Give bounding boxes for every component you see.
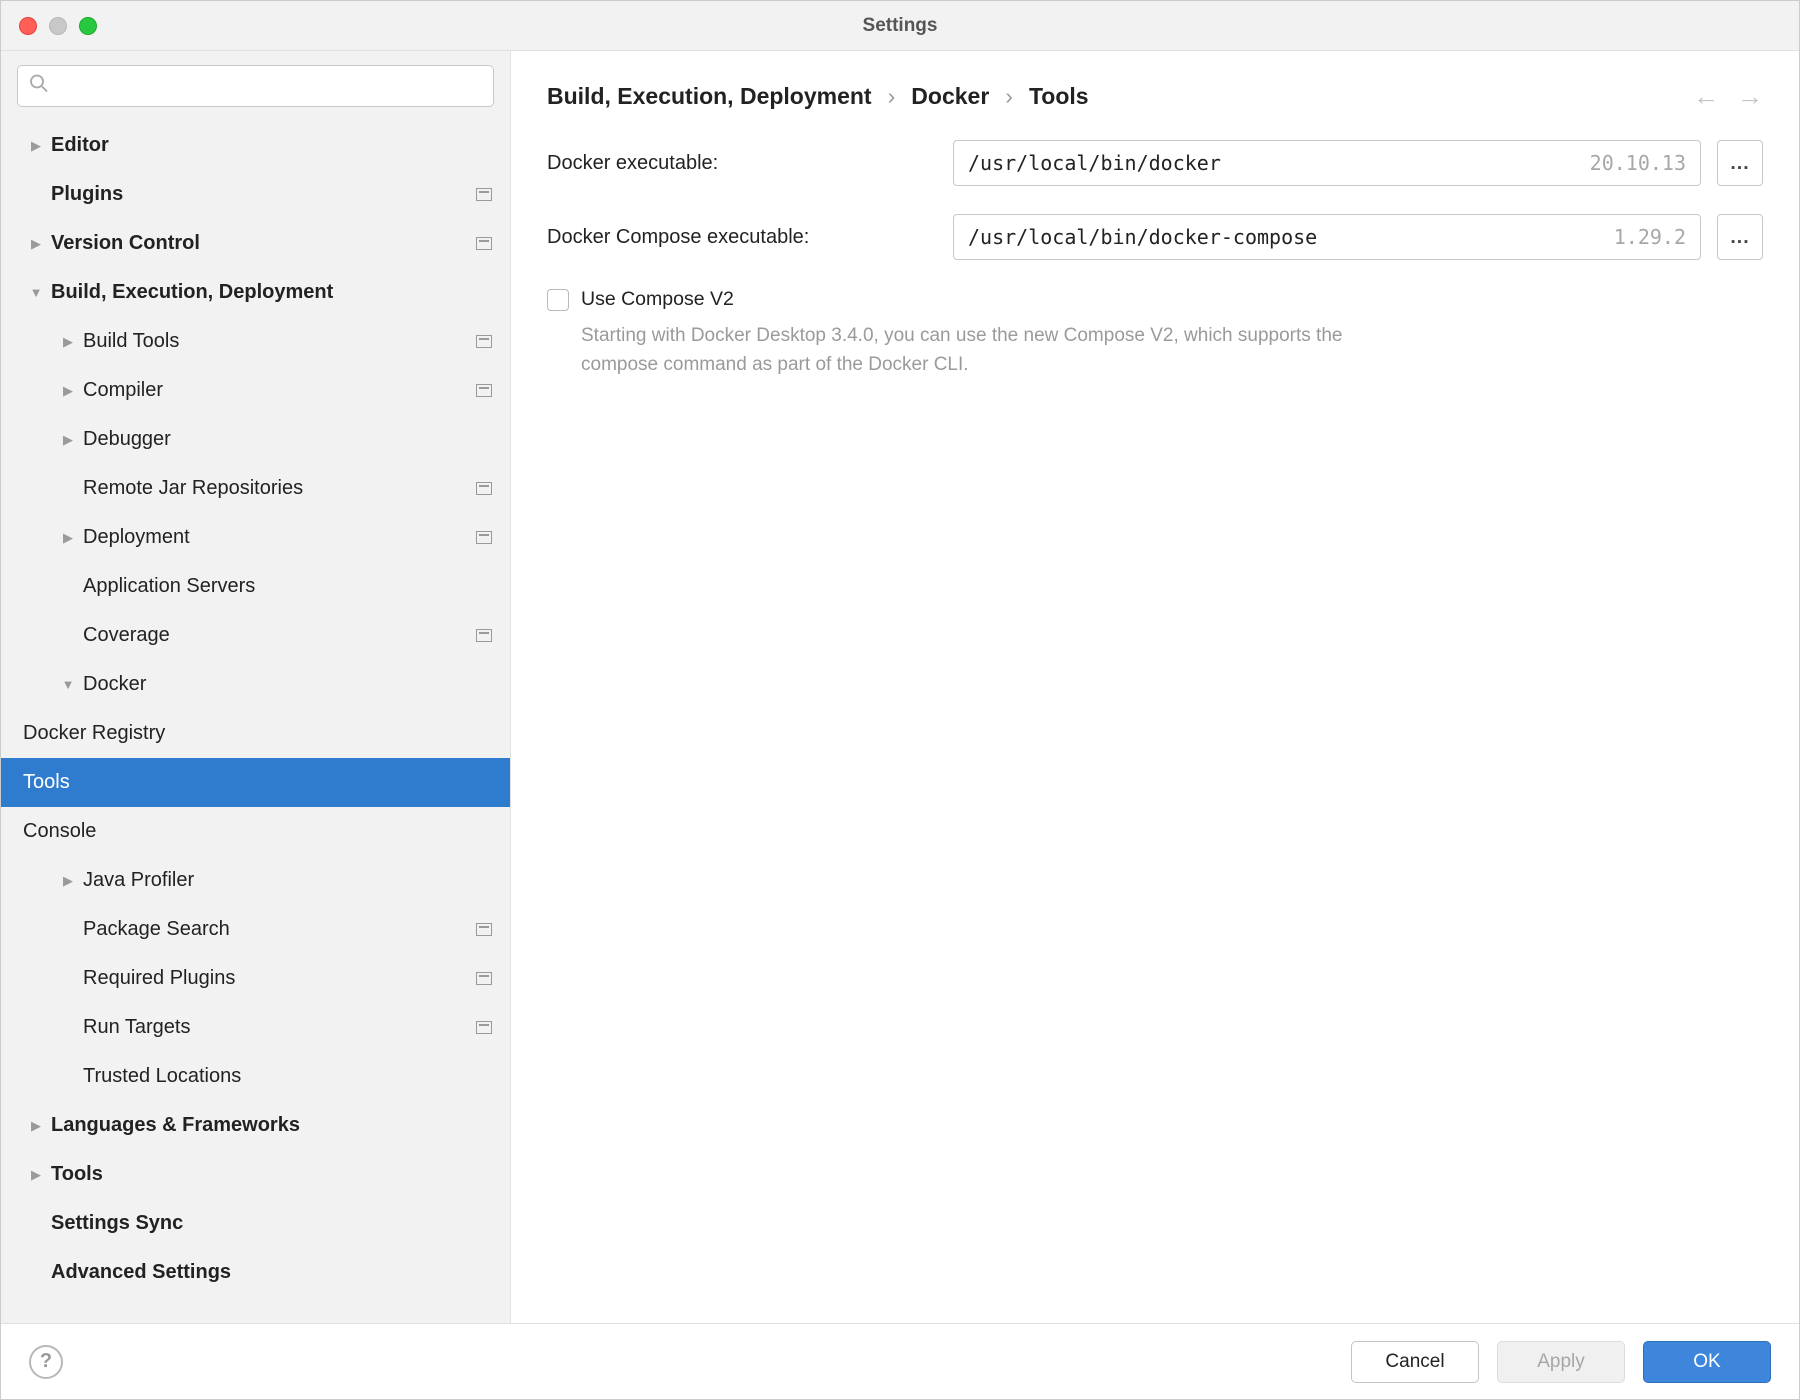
project-scope-icon [476, 335, 492, 348]
titlebar: Settings [1, 1, 1799, 51]
tree-item-docker[interactable]: ▼ Docker [1, 660, 510, 709]
chevron-right-icon: ▶ [61, 873, 75, 889]
tree-item-settings-sync[interactable]: Settings Sync [1, 1199, 510, 1248]
docker-executable-version: 20.10.13 [1590, 151, 1686, 175]
tree-item-build-execution-deployment[interactable]: ▼ Build, Execution, Deployment [1, 268, 510, 317]
apply-button: Apply [1497, 1341, 1625, 1383]
tree-item-trusted-locations[interactable]: Trusted Locations [1, 1052, 510, 1101]
project-scope-icon [476, 972, 492, 985]
search-icon [29, 74, 49, 99]
docker-compose-executable-value: /usr/local/bin/docker-compose [968, 225, 1317, 249]
use-compose-v2-checkbox[interactable] [547, 289, 569, 311]
compose-v2-hint: Starting with Docker Desktop 3.4.0, you … [547, 321, 1377, 380]
breadcrumb-item[interactable]: Docker [911, 83, 989, 110]
chevron-right-icon: ▶ [29, 1167, 43, 1183]
tree-item-docker-tools[interactable]: Tools [1, 758, 510, 807]
tree-item-application-servers[interactable]: Application Servers [1, 562, 510, 611]
docker-compose-executable-version: 1.29.2 [1614, 225, 1686, 249]
window-controls [1, 17, 97, 35]
chevron-right-icon: › [1005, 83, 1013, 110]
tree-item-deployment[interactable]: ▶ Deployment [1, 513, 510, 562]
chevron-down-icon: ▼ [61, 677, 75, 692]
breadcrumb-item[interactable]: Build, Execution, Deployment [547, 83, 872, 110]
tree-item-remote-jar-repositories[interactable]: Remote Jar Repositories [1, 464, 510, 513]
tree-item-editor[interactable]: ▶ Editor [1, 121, 510, 170]
settings-tree: ▶ Editor Plugins ▶ Version Control ▼ Bui… [1, 121, 510, 1323]
ok-button[interactable]: OK [1643, 1341, 1771, 1383]
docker-compose-executable-input[interactable]: /usr/local/bin/docker-compose 1.29.2 [953, 214, 1701, 260]
browse-docker-executable-button[interactable]: ... [1717, 140, 1763, 186]
chevron-right-icon: ▶ [61, 530, 75, 546]
close-icon[interactable] [19, 17, 37, 35]
chevron-right-icon: ▶ [61, 334, 75, 350]
chevron-right-icon: ▶ [61, 383, 75, 399]
tree-item-docker-registry[interactable]: Docker Registry [1, 709, 510, 758]
dialog-footer: ? Cancel Apply OK [1, 1323, 1799, 1399]
tree-item-required-plugins[interactable]: Required Plugins [1, 954, 510, 1003]
tree-item-tools[interactable]: ▶ Tools [1, 1150, 510, 1199]
docker-compose-executable-label: Docker Compose executable: [547, 226, 937, 249]
project-scope-icon [476, 629, 492, 642]
chevron-down-icon: ▼ [29, 285, 43, 300]
tree-item-version-control[interactable]: ▶ Version Control [1, 219, 510, 268]
minimize-icon [49, 17, 67, 35]
chevron-right-icon: ▶ [29, 236, 43, 252]
zoom-icon[interactable] [79, 17, 97, 35]
tree-item-coverage[interactable]: Coverage [1, 611, 510, 660]
chevron-right-icon: › [888, 83, 896, 110]
tree-item-build-tools[interactable]: ▶ Build Tools [1, 317, 510, 366]
chevron-right-icon: ▶ [29, 1118, 43, 1134]
project-scope-icon [476, 923, 492, 936]
project-scope-icon [476, 482, 492, 495]
tree-item-debugger[interactable]: ▶ Debugger [1, 415, 510, 464]
breadcrumb: Build, Execution, Deployment › Docker › … [547, 83, 1089, 110]
project-scope-icon [476, 237, 492, 250]
tree-item-run-targets[interactable]: Run Targets [1, 1003, 510, 1052]
chevron-right-icon: ▶ [29, 138, 43, 154]
cancel-button[interactable]: Cancel [1351, 1341, 1479, 1383]
project-scope-icon [476, 188, 492, 201]
breadcrumb-item-current: Tools [1029, 83, 1089, 110]
main-panel: Build, Execution, Deployment › Docker › … [511, 51, 1799, 1323]
tree-item-package-search[interactable]: Package Search [1, 905, 510, 954]
project-scope-icon [476, 384, 492, 397]
settings-window: Settings ▶ Editor [0, 0, 1800, 1400]
use-compose-v2-label[interactable]: Use Compose V2 [581, 288, 734, 311]
docker-executable-label: Docker executable: [547, 152, 937, 175]
docker-executable-value: /usr/local/bin/docker [968, 151, 1221, 175]
chevron-right-icon: ▶ [61, 432, 75, 448]
window-title: Settings [1, 15, 1799, 37]
help-button[interactable]: ? [29, 1345, 63, 1379]
tree-item-languages-frameworks[interactable]: ▶ Languages & Frameworks [1, 1101, 510, 1150]
tree-item-plugins[interactable]: Plugins [1, 170, 510, 219]
back-icon[interactable]: ← [1693, 81, 1719, 112]
project-scope-icon [476, 1021, 492, 1034]
docker-executable-input[interactable]: /usr/local/bin/docker 20.10.13 [953, 140, 1701, 186]
sidebar: ▶ Editor Plugins ▶ Version Control ▼ Bui… [1, 51, 511, 1323]
search-input[interactable] [17, 65, 494, 107]
browse-docker-compose-executable-button[interactable]: ... [1717, 214, 1763, 260]
tree-item-advanced-settings[interactable]: Advanced Settings [1, 1248, 510, 1297]
tree-item-docker-console[interactable]: Console [1, 807, 510, 856]
tree-item-java-profiler[interactable]: ▶ Java Profiler [1, 856, 510, 905]
forward-icon[interactable]: → [1737, 81, 1763, 112]
project-scope-icon [476, 531, 492, 544]
tree-item-compiler[interactable]: ▶ Compiler [1, 366, 510, 415]
